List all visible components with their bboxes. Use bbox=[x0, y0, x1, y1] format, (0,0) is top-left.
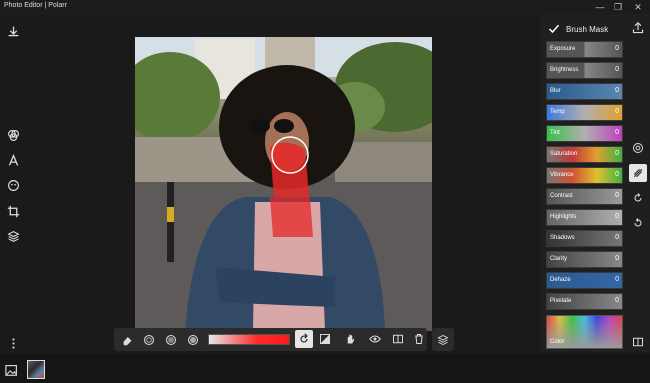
export-icon[interactable] bbox=[629, 19, 647, 37]
adjustment-saturation[interactable]: Saturation 0 bbox=[546, 146, 623, 163]
invert-mask-icon[interactable] bbox=[316, 330, 334, 348]
layers-icon bbox=[437, 334, 449, 345]
photo-image bbox=[135, 37, 432, 331]
adjustment-clarity[interactable]: Clarity 0 bbox=[546, 251, 623, 268]
eye-icon[interactable] bbox=[366, 330, 384, 348]
download-icon[interactable] bbox=[4, 22, 22, 40]
more-icon[interactable] bbox=[4, 334, 22, 352]
title-bar: Photo Editor | Polarr — ❐ ✕ bbox=[0, 0, 650, 14]
face-icon[interactable] bbox=[4, 176, 22, 194]
layers-icon[interactable] bbox=[4, 227, 22, 245]
close-button[interactable]: ✕ bbox=[632, 1, 644, 13]
adjustment-dehaze[interactable]: Dehaze 0 bbox=[546, 272, 623, 289]
hand-icon[interactable] bbox=[341, 330, 359, 348]
brush-mask-icon[interactable] bbox=[629, 164, 647, 182]
add-image-icon[interactable] bbox=[5, 363, 19, 377]
adjustment-shadows[interactable]: Shadows 0 bbox=[546, 230, 623, 247]
crop-icon[interactable] bbox=[4, 202, 22, 220]
minimize-button[interactable]: — bbox=[594, 1, 606, 13]
filmstrip bbox=[0, 354, 650, 383]
adjustment-brightness[interactable]: Brightness 0 bbox=[546, 62, 623, 79]
app-title: Photo Editor | Polarr bbox=[4, 2, 67, 9]
adjustment-temp[interactable]: Temp 0 bbox=[546, 104, 623, 121]
adjustment-tint[interactable]: Tint 0 bbox=[546, 125, 623, 142]
adjustment-contrast[interactable]: Contrast 0 bbox=[546, 188, 623, 205]
adjustment-exposure[interactable]: Exposure 0 bbox=[546, 41, 623, 58]
split-view-icon[interactable] bbox=[629, 333, 647, 351]
mask-layers-button[interactable] bbox=[432, 328, 454, 351]
adjustment-blur[interactable]: Blur 0 bbox=[546, 83, 623, 100]
adjustment-vibrance[interactable]: Vibrance 0 bbox=[546, 167, 623, 184]
photo-canvas[interactable] bbox=[135, 37, 432, 331]
panel-title: Brush Mask bbox=[566, 24, 609, 34]
rotate-icon[interactable] bbox=[295, 330, 313, 348]
retouch-icon[interactable] bbox=[629, 139, 647, 157]
panel-header: Brush Mask bbox=[548, 22, 608, 36]
history-icon[interactable] bbox=[629, 189, 647, 207]
adjustment-highlights[interactable]: Highlights 0 bbox=[546, 209, 623, 226]
filters-icon[interactable] bbox=[4, 126, 22, 144]
brush-dot-icon[interactable] bbox=[184, 331, 202, 349]
adjustment-pixelate[interactable]: Pixelate 0 bbox=[546, 293, 623, 310]
eraser-icon[interactable] bbox=[118, 331, 136, 349]
left-toolbar bbox=[0, 14, 28, 352]
brush-hard-icon[interactable] bbox=[162, 331, 180, 349]
brush-toolbar bbox=[114, 328, 427, 351]
reset-icon[interactable] bbox=[629, 214, 647, 232]
brush-soft-icon[interactable] bbox=[140, 331, 158, 349]
compare-icon[interactable] bbox=[389, 330, 407, 348]
check-icon[interactable] bbox=[548, 23, 560, 35]
image-thumbnail[interactable] bbox=[27, 360, 45, 379]
adjustment-panel: Brush Mask Exposure 0 Brightness 0 Blur … bbox=[540, 14, 650, 352]
brush-size-slider[interactable] bbox=[208, 334, 290, 345]
text-icon[interactable] bbox=[4, 151, 22, 169]
color-picker[interactable]: Color bbox=[546, 315, 623, 349]
restore-button[interactable]: ❐ bbox=[612, 1, 624, 13]
delete-icon[interactable] bbox=[410, 330, 428, 348]
